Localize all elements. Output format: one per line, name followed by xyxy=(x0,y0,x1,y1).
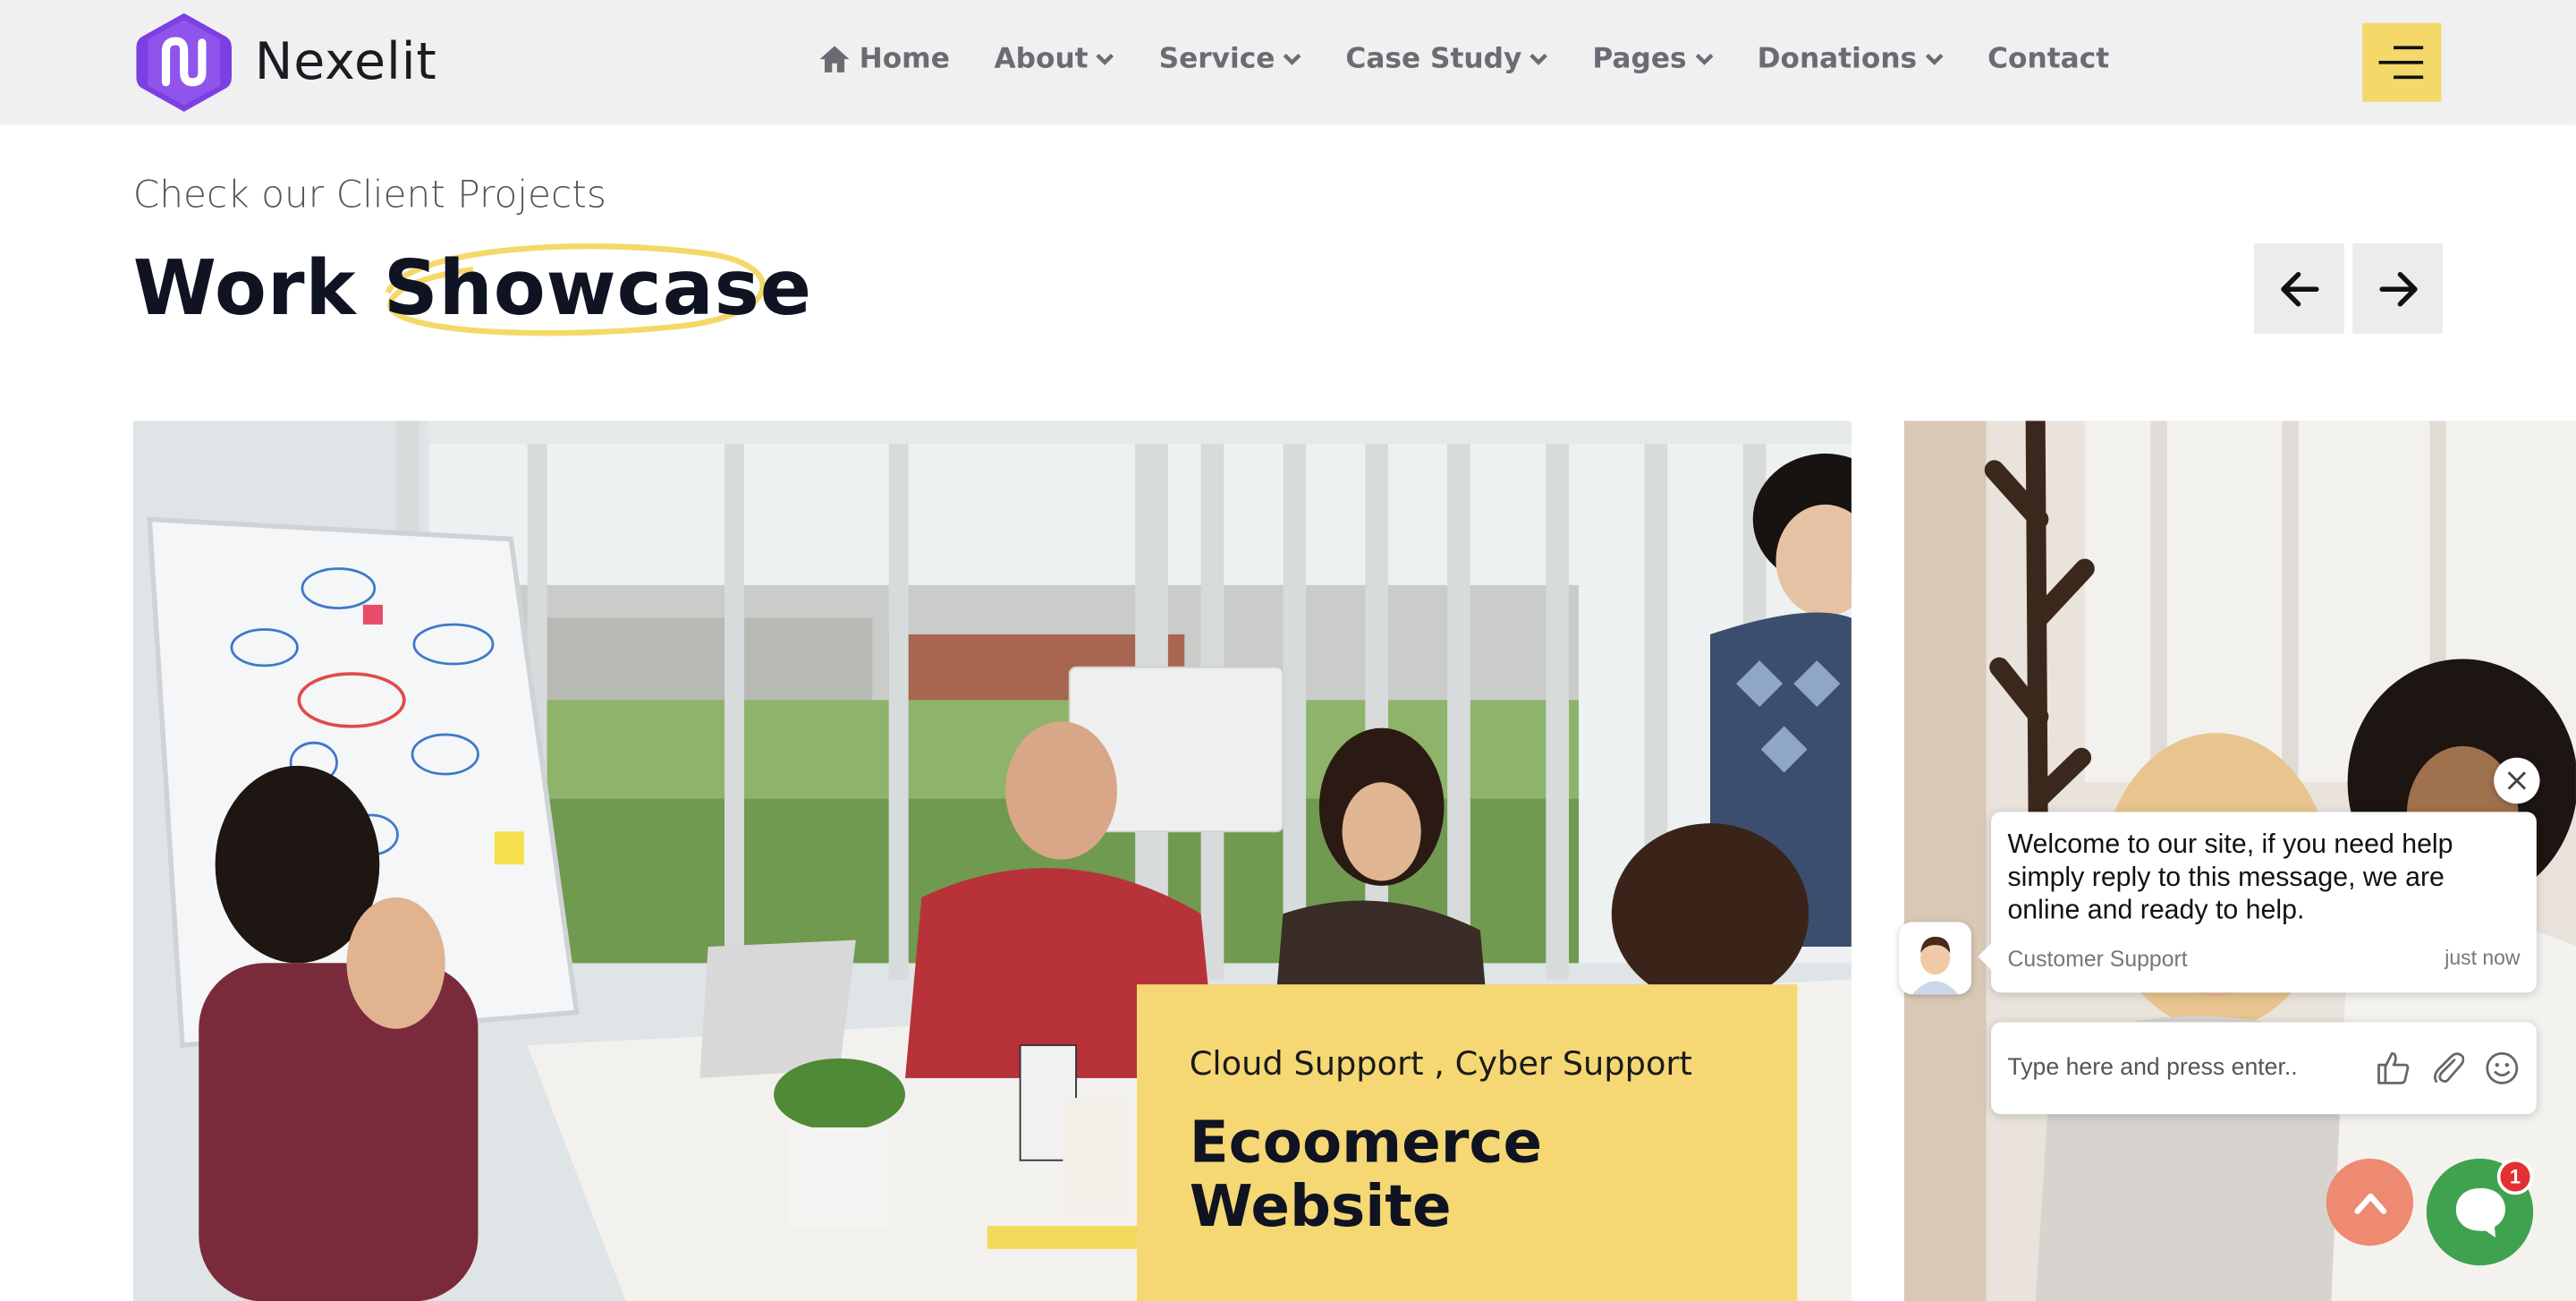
paperclip-icon[interactable] xyxy=(2431,1050,2465,1086)
hamburger-menu-button[interactable] xyxy=(2362,22,2442,102)
section-title: Work Showcase xyxy=(132,242,813,336)
nav-label-donations: Donations xyxy=(1757,42,1918,76)
section-subtitle: Check our Client Projects xyxy=(132,174,606,217)
chat-close-button[interactable] xyxy=(2494,757,2540,804)
nav-item-pages[interactable]: Pages xyxy=(1592,42,1713,76)
chevron-down-icon xyxy=(1530,53,1548,65)
chat-timestamp: just now xyxy=(2445,946,2521,970)
hamburger-icon xyxy=(2394,46,2424,50)
chat-message-text: Welcome to our site, if you need help si… xyxy=(2007,829,2453,926)
nav-item-home[interactable]: Home xyxy=(818,42,950,76)
project-tags: Cloud Support , Cyber Support xyxy=(1189,1043,1692,1084)
nav-label-home: Home xyxy=(859,42,950,76)
carousel-prev-button[interactable] xyxy=(2253,242,2344,334)
nav-item-contact[interactable]: Contact xyxy=(1987,43,2109,76)
hamburger-icon-line xyxy=(2378,60,2424,64)
chat-input-box xyxy=(1991,1022,2537,1115)
chevron-down-icon xyxy=(1283,53,1301,65)
brand-name: Nexelit xyxy=(254,32,437,92)
logo-mark-icon xyxy=(136,13,232,112)
main-nav: Home About Service Case Study Pages Dona… xyxy=(818,42,2109,76)
nav-item-about[interactable]: About xyxy=(994,42,1114,76)
scroll-to-top-button[interactable] xyxy=(2326,1158,2414,1246)
project-info-card[interactable]: Cloud Support , Cyber Support Ecoomerce … xyxy=(1136,984,1798,1301)
emoji-smile-icon[interactable] xyxy=(2484,1050,2520,1086)
section-title-plain: Work xyxy=(132,242,384,333)
chat-input-actions xyxy=(2376,1050,2521,1086)
home-icon xyxy=(819,46,850,72)
page: Nexelit Home About Service Case Study Pa… xyxy=(0,0,2576,1301)
avatar xyxy=(1899,922,1972,995)
chevron-down-icon xyxy=(1925,53,1944,65)
chat-message-bubble: Welcome to our site, if you need help si… xyxy=(1978,812,2537,993)
thumbs-up-icon[interactable] xyxy=(2376,1050,2411,1086)
chevron-down-icon xyxy=(1695,53,1713,65)
site-header: Nexelit Home About Service Case Study Pa… xyxy=(0,0,2576,125)
brand-logo[interactable]: Nexelit xyxy=(133,10,437,115)
close-icon xyxy=(2507,771,2527,790)
nav-label-service: Service xyxy=(1158,42,1275,76)
chat-message-meta: Customer Support just now xyxy=(2007,947,2520,972)
nav-item-service[interactable]: Service xyxy=(1158,42,1301,76)
section-title-highlight-wrap: Showcase xyxy=(383,242,813,336)
chat-sender: Customer Support xyxy=(2007,946,2188,972)
chevron-up-icon xyxy=(2353,1192,2386,1213)
nav-item-donations[interactable]: Donations xyxy=(1757,42,1944,76)
nav-label-pages: Pages xyxy=(1592,42,1687,76)
nav-label-case-study: Case Study xyxy=(1345,42,1522,76)
chevron-down-icon xyxy=(1097,53,1114,65)
chat-bubble-icon xyxy=(2454,1187,2505,1237)
unread-count-badge: 1 xyxy=(2496,1158,2534,1195)
project-title[interactable]: Ecoomerce Website xyxy=(1190,1112,1617,1240)
carousel-next-button[interactable] xyxy=(2352,242,2444,334)
section-title-highlight: Showcase xyxy=(383,242,813,333)
nav-label-contact: Contact xyxy=(1987,42,2110,76)
chat-message-input[interactable] xyxy=(2007,1055,2353,1082)
arrow-left-icon xyxy=(2280,271,2318,306)
hamburger-icon-line xyxy=(2394,75,2424,80)
nav-label-about: About xyxy=(994,42,1089,76)
support-agent-avatar-icon xyxy=(1899,922,1972,995)
nav-item-case-study[interactable]: Case Study xyxy=(1345,42,1548,76)
arrow-right-icon xyxy=(2378,271,2417,306)
